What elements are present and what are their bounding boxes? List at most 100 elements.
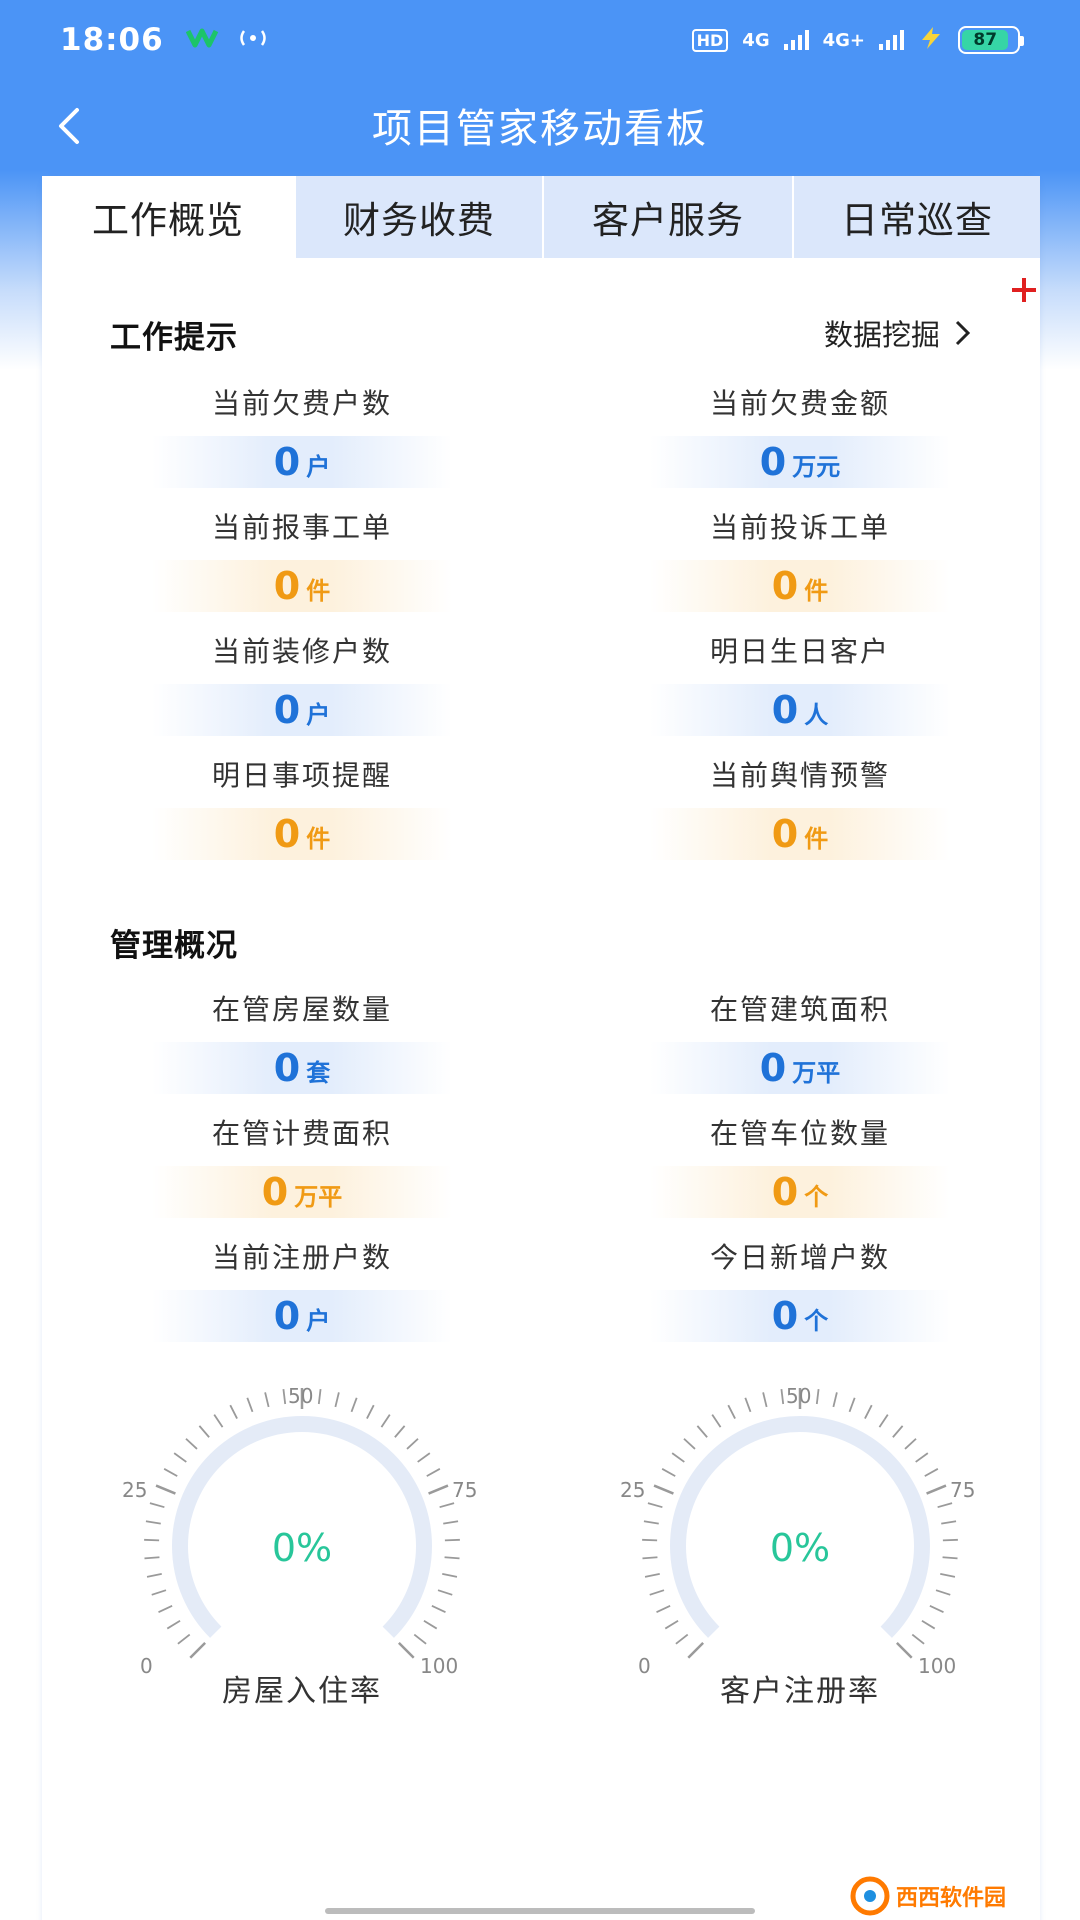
gauge-tick — [653, 1484, 674, 1495]
gauge-registration-rate: 0 25 50 75 100 0% 客户注册率 — [620, 1376, 980, 1716]
gauge-tick — [350, 1397, 358, 1413]
gauge-tick — [780, 1388, 785, 1405]
gauge-tick — [727, 1404, 736, 1419]
gauge-tick — [158, 1605, 173, 1613]
tab-daily-inspection[interactable]: 日常巡查 — [794, 176, 1040, 258]
gauge-occupancy-rate: 0 25 50 75 100 0% 房屋入住率 — [122, 1376, 482, 1716]
gauge-tick — [644, 1573, 660, 1578]
gauge-tick — [264, 1392, 270, 1408]
gauge-tick — [282, 1388, 287, 1405]
gauge-tick — [431, 1605, 446, 1613]
watermark: 西西软件园 — [850, 1876, 1060, 1916]
gauge-tick — [151, 1589, 167, 1596]
gauge-tick-label: 75 — [452, 1478, 478, 1502]
gauge-tick-label: 25 — [620, 1478, 646, 1502]
gauge-tick — [744, 1397, 752, 1413]
metric-value: 0套 — [152, 1042, 452, 1094]
gauge-tick — [146, 1573, 162, 1578]
metric-value: 0户 — [152, 436, 452, 488]
battery-level: 87 — [962, 30, 1009, 50]
metric-opinion-warnings[interactable]: 当前舆情预警 0件 — [650, 756, 950, 860]
watermark-logo-icon — [850, 1876, 890, 1916]
gauge-tick — [246, 1397, 254, 1413]
home-indicator[interactable] — [325, 1908, 755, 1914]
metric-managed-houses[interactable]: 在管房屋数量 0套 — [152, 990, 452, 1094]
metric-renovation-households[interactable]: 当前装修户数 0户 — [152, 632, 452, 736]
metric-label: 当前报事工单 — [211, 511, 392, 544]
gauge-tick — [687, 1641, 705, 1659]
gauge-tick — [675, 1633, 689, 1645]
gauge-tick — [397, 1641, 415, 1659]
gauge-tick — [892, 1425, 904, 1438]
metric-registered-households[interactable]: 当前注册户数 0户 — [152, 1238, 452, 1342]
metric-arrears-amount[interactable]: 当前欠费金额 0 万元 — [650, 384, 950, 488]
gauge-tick — [229, 1404, 238, 1419]
gauge-tick — [661, 1468, 676, 1477]
gauge-tick — [439, 1502, 455, 1509]
page-title: 项目管家移动看板 — [372, 106, 708, 152]
gauge-tick — [864, 1404, 873, 1419]
metric-arrears-households[interactable]: 当前欠费户数 0户 — [152, 384, 452, 488]
metric-label: 当前欠费户数 — [211, 387, 392, 420]
tab-finance[interactable]: 财务收费 — [296, 176, 544, 258]
tab-work-overview[interactable]: 工作概览 — [42, 176, 296, 258]
gauge-tick — [417, 1452, 431, 1463]
nfc-icon — [238, 27, 268, 53]
gauge-tick — [380, 1414, 391, 1428]
add-icon[interactable] — [1008, 274, 1040, 306]
network-4g-plus-label: 4G+ — [822, 29, 865, 51]
signal-icon-2 — [879, 30, 904, 50]
metric-value: 0件 — [152, 808, 452, 860]
gauge-tick — [173, 1452, 187, 1463]
metric-report-orders[interactable]: 当前报事工单 0件 — [152, 508, 452, 612]
metric-value: 0 万平 — [152, 1166, 452, 1218]
gauge-tick — [145, 1520, 161, 1525]
gauge-tick — [683, 1438, 696, 1450]
gauge-tick — [935, 1589, 951, 1596]
gauge-tick — [940, 1573, 956, 1578]
gauge-tick — [924, 1468, 939, 1477]
gauge-tick — [911, 1633, 925, 1645]
metric-value: 0人 — [650, 684, 950, 736]
gauge-tick — [696, 1425, 708, 1438]
gauge-tick — [198, 1425, 210, 1438]
gauge-tick — [929, 1605, 944, 1613]
metric-value: 0 万平 — [650, 1042, 950, 1094]
watermark-text: 西西软件园 — [896, 1886, 1007, 1911]
metric-parking-spaces[interactable]: 在管车位数量 0个 — [650, 1114, 950, 1218]
dashboard-card: 工作概览 财务收费 客户服务 日常巡查 工作提示 数据挖掘 当前欠费户数 0户 … — [42, 176, 1040, 1920]
metric-tomorrow-reminders[interactable]: 明日事项提醒 0件 — [152, 756, 452, 860]
gauge-label: 客户注册率 — [720, 1674, 880, 1709]
gauge-tick — [443, 1520, 459, 1525]
gauge-tick — [664, 1619, 679, 1630]
gauge-tick — [895, 1641, 913, 1659]
gauge-tick — [878, 1414, 889, 1428]
back-button[interactable] — [40, 98, 96, 154]
metric-billing-area[interactable]: 在管计费面积 0 万平 — [152, 1114, 452, 1218]
metric-complaint-orders[interactable]: 当前投诉工单 0件 — [650, 508, 950, 612]
status-bar: 18:06 HD 4G 4G+ 87 — [0, 0, 1080, 80]
gauge-tick-label: 25 — [122, 1478, 148, 1502]
metric-value: 0户 — [152, 684, 452, 736]
metric-label: 在管房屋数量 — [211, 993, 392, 1026]
gauge-tick — [926, 1484, 947, 1495]
gauge-tick — [163, 1468, 178, 1477]
signal-icon — [783, 30, 809, 50]
gauge-tick-label: 50 — [786, 1384, 812, 1408]
tab-customer-service[interactable]: 客户服务 — [544, 176, 794, 258]
gauge-tick — [815, 1388, 820, 1405]
metric-value: 0件 — [650, 560, 950, 612]
gauge-tick — [149, 1502, 165, 1509]
metric-building-area[interactable]: 在管建筑面积 0 万平 — [650, 990, 950, 1094]
gauge-tick — [189, 1641, 207, 1659]
gauge-tick — [366, 1404, 375, 1419]
metric-tomorrow-birthdays[interactable]: 明日生日客户 0人 — [650, 632, 950, 736]
metric-value: 0户 — [152, 1290, 452, 1342]
gauge-tick — [442, 1573, 458, 1578]
metric-value: 0件 — [152, 560, 452, 612]
metric-new-households-today[interactable]: 今日新增户数 0个 — [650, 1238, 950, 1342]
management-title: 管理概况 — [110, 928, 238, 964]
data-mining-link[interactable]: 数据挖掘 — [824, 312, 972, 354]
gauge-tick — [921, 1619, 936, 1630]
gauge-tick — [904, 1438, 917, 1450]
